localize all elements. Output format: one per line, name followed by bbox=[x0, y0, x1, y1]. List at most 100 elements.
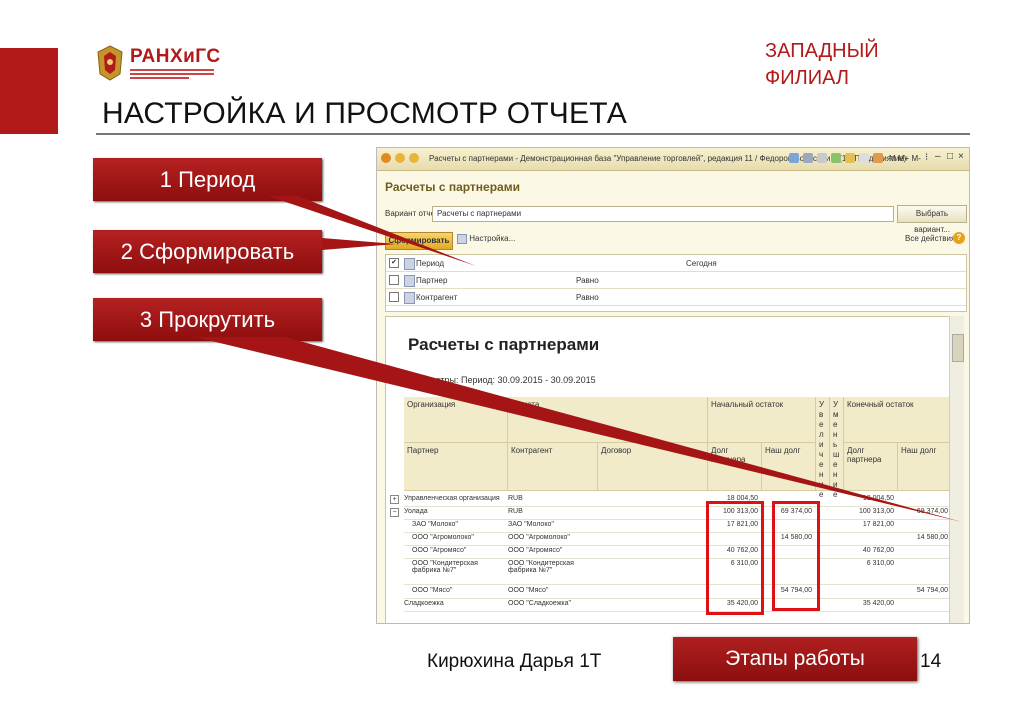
report-scrollbar[interactable] bbox=[949, 316, 964, 623]
memory-buttons[interactable]: M M+ M- bbox=[889, 154, 921, 163]
cell-partner: Сладкоежка bbox=[404, 600, 444, 607]
table-icon[interactable] bbox=[873, 153, 883, 163]
cell-end-partner: 100 313,00 bbox=[858, 508, 894, 515]
cell-end-partner: 40 762,00 bbox=[862, 547, 894, 554]
variant-value: Расчеты с партнерами bbox=[437, 209, 522, 218]
col-our-debt-end: Наш долг bbox=[898, 443, 952, 491]
cell-counterparty: RUB bbox=[508, 495, 523, 502]
minimize-icon[interactable]: – bbox=[935, 151, 941, 162]
scrollbar-thumb[interactable] bbox=[952, 334, 964, 362]
cell-counterparty: ООО "Сладкоежка" bbox=[508, 600, 572, 607]
param-condition[interactable]: Равно bbox=[576, 276, 599, 285]
col-org: Организация bbox=[404, 397, 508, 443]
branch-line-2: ФИЛИАЛ bbox=[765, 67, 849, 89]
app-logo-icon bbox=[381, 153, 391, 163]
report-title: Расчеты с партнерами bbox=[408, 335, 600, 354]
col-partner-debt: Долг партнера bbox=[708, 443, 762, 491]
brand-subtitle-lines bbox=[130, 69, 214, 81]
help-icon[interactable]: ? bbox=[953, 232, 965, 244]
callout-generate: 2 Сформировать bbox=[93, 230, 322, 273]
param-row[interactable]: ✔ Период Сегодня bbox=[386, 255, 966, 272]
report-area[interactable]: Расчеты с партнерами Параметры: Период: … bbox=[385, 316, 957, 623]
cell-counterparty: ООО "Агромолоко" bbox=[508, 534, 570, 541]
brand-name: РАНХиГС bbox=[130, 46, 221, 67]
parameters-table: ✔ Период Сегодня Партнер Равно Контраген… bbox=[385, 254, 967, 312]
table-row[interactable]: ЗАО "Молоко" ЗАО "Молоко" 17 821,00 17 8… bbox=[404, 519, 956, 533]
param-checkbox[interactable] bbox=[389, 275, 399, 285]
table-row[interactable]: Сладкоежка ООО "Сладкоежка" 35 420,00 35… bbox=[404, 598, 956, 612]
cell-partner: Уолада bbox=[404, 508, 428, 515]
col-currency: Валюта bbox=[508, 397, 708, 443]
param-name: Партнер bbox=[416, 276, 448, 285]
cell-end-partner: 6 310,00 bbox=[866, 560, 894, 567]
col-increase: Увеличение bbox=[816, 397, 830, 499]
back-icon[interactable] bbox=[395, 153, 405, 163]
ranepa-logo: РАНХиГС bbox=[96, 44, 236, 84]
param-value[interactable]: Сегодня bbox=[686, 259, 717, 268]
cell-counterparty: ЗАО "Молоко" bbox=[508, 521, 554, 528]
choose-variant-button[interactable]: Выбрать вариант... bbox=[897, 205, 967, 234]
window-titlebar: Расчеты с партнерами - Демонстрационная … bbox=[377, 148, 969, 171]
col-start-balance: Начальный остаток bbox=[708, 397, 816, 443]
col-contract: Договор bbox=[598, 443, 708, 491]
author-name: Кирюхина Дарья 1Т bbox=[427, 651, 602, 672]
table-row[interactable]: ООО "Мясо" ООО "Мясо" 54 794,00 54 794,0… bbox=[404, 585, 956, 599]
variant-field[interactable]: Расчеты с партнерами bbox=[432, 206, 894, 222]
cell-partner: ЗАО "Молоко" bbox=[412, 521, 458, 528]
param-checkbox[interactable]: ✔ bbox=[389, 258, 399, 268]
table-row[interactable]: − Уолада RUB 100 313,00 69 374,00 100 31… bbox=[390, 506, 956, 520]
callout-period: 1 Период bbox=[93, 158, 322, 201]
page-number: 14 bbox=[920, 651, 942, 672]
highlight-our-debt bbox=[772, 501, 820, 611]
col-end-balance: Конечный остаток bbox=[844, 397, 952, 443]
settings-icon bbox=[457, 234, 467, 244]
param-type-icon bbox=[404, 275, 415, 287]
param-name: Контрагент bbox=[416, 293, 458, 302]
calculator-icon[interactable] bbox=[859, 153, 869, 163]
cell-counterparty: ООО "Мясо" bbox=[508, 587, 549, 594]
callout-scroll: 3 Прокрутить bbox=[93, 298, 322, 341]
param-row[interactable]: Партнер Равно bbox=[386, 272, 966, 289]
table-row[interactable]: ООО "Кондитерская фабрика №7" ООО "Конди… bbox=[404, 558, 956, 585]
generate-button[interactable]: Сформировать bbox=[385, 232, 453, 250]
copy-icon[interactable] bbox=[817, 153, 827, 163]
table-row[interactable]: + Управленческая организация RUB 18 004,… bbox=[390, 493, 956, 507]
cell-end-partner: 17 821,00 bbox=[862, 521, 894, 528]
param-name: Период bbox=[416, 259, 445, 268]
col-partner-debt-end: Долг партнера bbox=[844, 443, 898, 491]
param-condition[interactable]: Равно bbox=[576, 293, 599, 302]
collapse-icon[interactable]: − bbox=[390, 508, 399, 517]
param-type-icon bbox=[404, 258, 415, 270]
close-icon[interactable]: × bbox=[958, 151, 964, 162]
param-row[interactable]: Контрагент Равно bbox=[386, 289, 966, 306]
favorites-icon[interactable] bbox=[831, 153, 841, 163]
cell-end-partner: 35 420,00 bbox=[862, 600, 894, 607]
cell-end-partner: 18 004,50 bbox=[862, 495, 894, 502]
emblem-icon bbox=[97, 45, 123, 81]
save-icon[interactable] bbox=[789, 153, 799, 163]
settings-label: Настройка... bbox=[469, 234, 516, 244]
cell-partner: ООО "Агромолоко" bbox=[412, 534, 474, 541]
maximize-icon[interactable]: □ bbox=[947, 151, 953, 162]
param-checkbox[interactable] bbox=[389, 292, 399, 302]
col-our-debt: Наш долг bbox=[762, 443, 816, 491]
app-screenshot: Расчеты с партнерами - Демонстрационная … bbox=[376, 147, 970, 624]
form-title: Расчеты с партнерами bbox=[385, 180, 520, 194]
branch-line-1: ЗАПАДНЫЙ bbox=[765, 40, 879, 62]
cell-partner: ООО "Кондитерская фабрика №7" bbox=[412, 560, 478, 574]
param-type-icon bbox=[404, 292, 415, 304]
col-partner: Партнер bbox=[404, 443, 508, 491]
cell-end-our: 14 580,00 bbox=[916, 534, 948, 541]
col-counterparty: Контрагент bbox=[508, 443, 598, 491]
calendar-icon[interactable] bbox=[845, 153, 855, 163]
expand-icon[interactable]: + bbox=[390, 495, 399, 504]
settings-link[interactable]: Настройка... bbox=[457, 234, 515, 244]
cell-partner: ООО "Агромясо" bbox=[412, 547, 467, 554]
stages-button[interactable]: Этапы работы bbox=[673, 637, 917, 681]
menu-icon[interactable]: ⁝ bbox=[925, 152, 928, 163]
highlight-partner-debt bbox=[706, 501, 764, 615]
print-icon[interactable] bbox=[803, 153, 813, 163]
forward-icon[interactable] bbox=[409, 153, 419, 163]
table-row[interactable]: ООО "Агромолоко" ООО "Агромолоко" 14 580… bbox=[404, 532, 956, 546]
table-row[interactable]: ООО "Агромясо" ООО "Агромясо" 40 762,00 … bbox=[404, 545, 956, 559]
